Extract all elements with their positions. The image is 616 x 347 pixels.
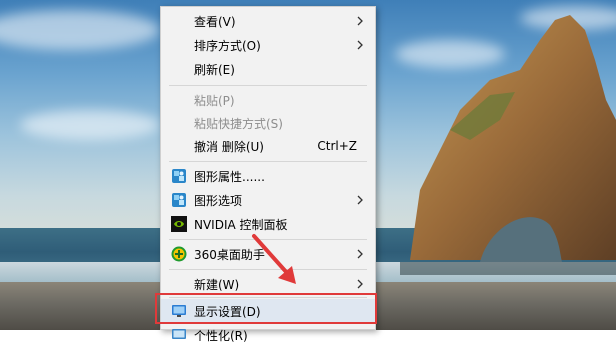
menu-item-sort-by[interactable]: 排序方式(O) (161, 33, 375, 57)
menu-item-graphics-options[interactable]: 图形选项 (161, 188, 375, 212)
menu-item-undo-delete[interactable]: 撤消 删除(U) Ctrl+Z (161, 134, 375, 158)
chevron-right-icon (357, 195, 363, 205)
menu-separator (169, 161, 367, 162)
chevron-right-icon (357, 249, 363, 259)
cloud (20, 110, 160, 140)
intel-graphics-icon (172, 193, 186, 207)
shortcut-hint: Ctrl+Z (317, 139, 357, 153)
menu-item-personalize[interactable]: 个性化(R) (161, 323, 375, 347)
menu-item-label: 查看(V) (194, 14, 236, 29)
highlight-box (155, 293, 377, 324)
annotation-arrow-icon (252, 234, 296, 284)
chevron-right-icon (357, 40, 363, 50)
menu-item-label: 粘贴(P) (194, 93, 235, 108)
menu-item-label: 排序方式(O) (194, 38, 261, 53)
menu-item-view[interactable]: 查看(V) (161, 9, 375, 33)
chevron-right-icon (357, 16, 363, 26)
menu-item-label: 撤消 删除(U) (194, 139, 264, 154)
chevron-right-icon (357, 279, 363, 289)
menu-item-label: 图形选项 (194, 193, 243, 208)
menu-item-paste[interactable]: 粘贴(P) (161, 88, 375, 112)
menu-item-label: 个性化(R) (194, 328, 248, 343)
intel-graphics-icon (172, 169, 186, 183)
menu-item-paste-shortcut[interactable]: 粘贴快捷方式(S) (161, 111, 375, 135)
menu-item-label: NVIDIA 控制面板 (194, 217, 288, 232)
menu-item-refresh[interactable]: 刷新(E) (161, 57, 375, 81)
360-icon (171, 246, 187, 262)
menu-item-label: 刷新(E) (194, 62, 235, 77)
menu-item-label: 粘贴快捷方式(S) (194, 116, 283, 131)
menu-separator (169, 85, 367, 86)
nvidia-icon (171, 216, 187, 232)
menu-item-graphics-properties[interactable]: 图形属性...... (161, 164, 375, 188)
menu-item-label: 图形属性...... (194, 169, 265, 184)
personalize-icon (172, 329, 186, 339)
rock-arch (400, 15, 616, 275)
menu-item-label: 新建(W) (194, 277, 240, 292)
